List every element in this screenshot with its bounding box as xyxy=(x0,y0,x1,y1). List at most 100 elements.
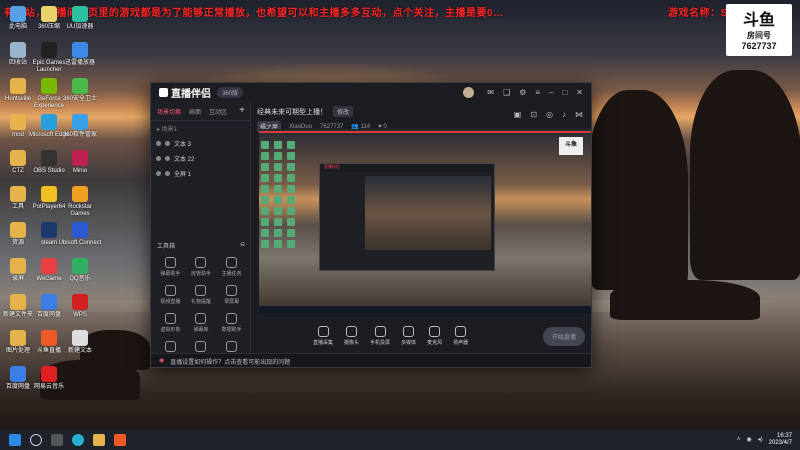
toolbox-title: 工具箱 xyxy=(157,244,176,250)
tab-picture[interactable]: 画面 xyxy=(189,107,201,116)
desktop-icon[interactable]: UU加速器 xyxy=(58,6,102,31)
avatar[interactable] xyxy=(463,86,475,98)
eye-icon[interactable] xyxy=(156,156,161,161)
windows-start-icon[interactable] xyxy=(9,433,21,446)
rock xyxy=(690,70,800,280)
maximize-icon[interactable]: □ xyxy=(562,88,567,97)
desktop-icon[interactable]: 360软件管家 xyxy=(58,114,102,139)
edit-title-button[interactable]: 修改 xyxy=(333,106,354,117)
add-source-button[interactable]: + xyxy=(239,105,245,116)
lock-icon[interactable] xyxy=(165,156,170,161)
stream-title[interactable]: 经典未来可期型上播！ xyxy=(257,107,327,117)
scene-group[interactable]: ▸ 场景1 xyxy=(151,121,250,136)
source-label: 文本 22 xyxy=(174,157,195,163)
tool-button[interactable]: 录屏幕 xyxy=(216,285,247,305)
source-item[interactable]: 全屏 1 xyxy=(151,166,250,181)
bell-icon[interactable]: ♪ xyxy=(562,110,566,119)
clock[interactable]: 16:37 2023/4/7 xyxy=(769,433,792,447)
start-live-button[interactable]: 开始直播 xyxy=(542,326,585,346)
eye-icon[interactable] xyxy=(156,171,161,176)
tool-button[interactable]: 主播任务 xyxy=(216,257,247,277)
tool-button[interactable]: 视频直播 xyxy=(155,285,186,305)
control-button[interactable]: 麦克风 xyxy=(427,326,442,346)
preview-taskbar xyxy=(259,306,591,313)
desktop-icon-label: 360软件管家 xyxy=(62,132,97,138)
tab-interaction[interactable]: 互动区 xyxy=(209,107,227,116)
minimize-icon[interactable]: – xyxy=(549,88,553,97)
chevron-icon[interactable]: ⊖ xyxy=(240,241,245,250)
announcement-bar: ◉ 直播设置如何操作？点击查看可能出现的问题 xyxy=(151,353,591,367)
control-icon xyxy=(346,326,358,337)
tool-label: 房管助手 xyxy=(190,271,211,277)
tool-button[interactable]: 礼物提醒 xyxy=(186,285,217,305)
lock-icon[interactable]: ⊡ xyxy=(530,110,537,119)
desktop-icon[interactable]: Rockstar Games xyxy=(58,186,102,218)
desktop-icon[interactable]: 迅雷播放器 xyxy=(58,42,102,67)
task-view-icon[interactable] xyxy=(51,433,63,446)
tool-label: 虚拟形象 xyxy=(160,327,181,333)
desktop-icon-label: UU加速器 xyxy=(66,24,94,30)
tool-button[interactable]: 数据助手 xyxy=(216,313,247,333)
control-icon xyxy=(429,326,441,337)
logo-text: 斗鱼 xyxy=(742,12,775,29)
tool-button[interactable]: 弹幕助手 xyxy=(155,257,186,277)
desktop-icon[interactable]: Minio xyxy=(58,150,102,175)
search-icon[interactable] xyxy=(30,433,42,446)
control-button[interactable]: 手机投屏 xyxy=(370,326,390,346)
desktop-icon[interactable]: WPS xyxy=(58,294,102,319)
edge-icon[interactable] xyxy=(72,433,84,446)
volume-icon[interactable]: ◂) xyxy=(758,436,763,443)
douyu-app-icon[interactable] xyxy=(114,433,126,446)
source-item[interactable]: 文本 3 xyxy=(151,136,250,151)
eye-icon[interactable] xyxy=(156,141,161,146)
desktop-icon[interactable]: 网易云音乐 xyxy=(27,366,71,391)
source-item[interactable]: 文本 22 xyxy=(151,151,250,166)
mute-icon[interactable]: ◎ xyxy=(546,110,553,119)
app-icon xyxy=(72,114,88,130)
app-icon xyxy=(72,222,88,238)
tab-scene[interactable]: 场景切换 xyxy=(157,107,181,116)
toolbox-header: 工具箱 ⊖ xyxy=(157,241,245,250)
app-icon xyxy=(10,150,26,166)
control-button[interactable]: 扬声器 xyxy=(453,326,468,346)
desktop-icon[interactable]: QQ音乐 xyxy=(58,258,102,283)
tool-button[interactable]: 弹幕库 xyxy=(186,313,217,333)
douyu-logo: 斗鱼 房间号 7627737 xyxy=(726,4,792,56)
control-button[interactable]: 摄像头 xyxy=(344,326,359,346)
settings-icon[interactable]: ⚙ xyxy=(519,88,526,97)
menu-icon[interactable]: ≡ xyxy=(535,88,540,97)
announcement-text[interactable]: 直播设置如何操作？点击查看可能出现的问题 xyxy=(170,357,290,366)
control-icon xyxy=(455,326,467,337)
control-button[interactable]: 直播采集 xyxy=(313,326,333,346)
control-label: 麦克风 xyxy=(427,340,443,346)
title-actions: ✉ ❑ ⚙ ≡ – □ ✕ xyxy=(463,86,583,98)
logo-room-label: 房间号 xyxy=(747,31,771,40)
desktop-icon[interactable]: 360安全卫士 xyxy=(58,78,102,103)
app-logo-icon xyxy=(159,87,168,97)
app-icon xyxy=(10,6,26,22)
control-label: 多媒体 xyxy=(401,340,417,346)
desktop-icon[interactable]: Ubisoft Connect xyxy=(58,222,102,247)
tool-icon xyxy=(226,285,238,296)
share-icon[interactable]: ⋈ xyxy=(575,110,583,119)
message-icon[interactable]: ✉ xyxy=(487,88,494,97)
layout-icon[interactable]: ▣ xyxy=(514,110,522,119)
tool-button[interactable]: 虚拟形象 xyxy=(155,313,186,333)
control-button[interactable]: 多媒体 xyxy=(401,326,416,346)
chevron-up-icon[interactable]: ˄ xyxy=(737,437,741,443)
tool-label: 视频直播 xyxy=(160,299,181,305)
app-icon xyxy=(41,330,57,346)
logo-room-number: 7627737 xyxy=(741,41,777,51)
folder-icon[interactable] xyxy=(93,433,105,446)
version-badge[interactable]: 360版 xyxy=(217,86,244,98)
stream-preview[interactable]: 直播伴侣 斗鱼 xyxy=(259,129,591,313)
close-icon[interactable]: ✕ xyxy=(576,88,583,97)
lock-icon[interactable] xyxy=(165,141,170,146)
network-icon[interactable]: ◉ xyxy=(746,436,751,443)
tool-button[interactable]: 房管助手 xyxy=(186,257,217,277)
gift-icon[interactable]: ❑ xyxy=(503,88,510,97)
lock-icon[interactable] xyxy=(165,171,170,176)
desktop-icon[interactable]: 新建文本 xyxy=(58,330,102,355)
main-area: 经典未来可期型上播！ 修改 橘之屋 XiaoDuo 7627737 👥 114 ♥… xyxy=(251,101,591,355)
tool-label: 数据助手 xyxy=(221,327,242,333)
